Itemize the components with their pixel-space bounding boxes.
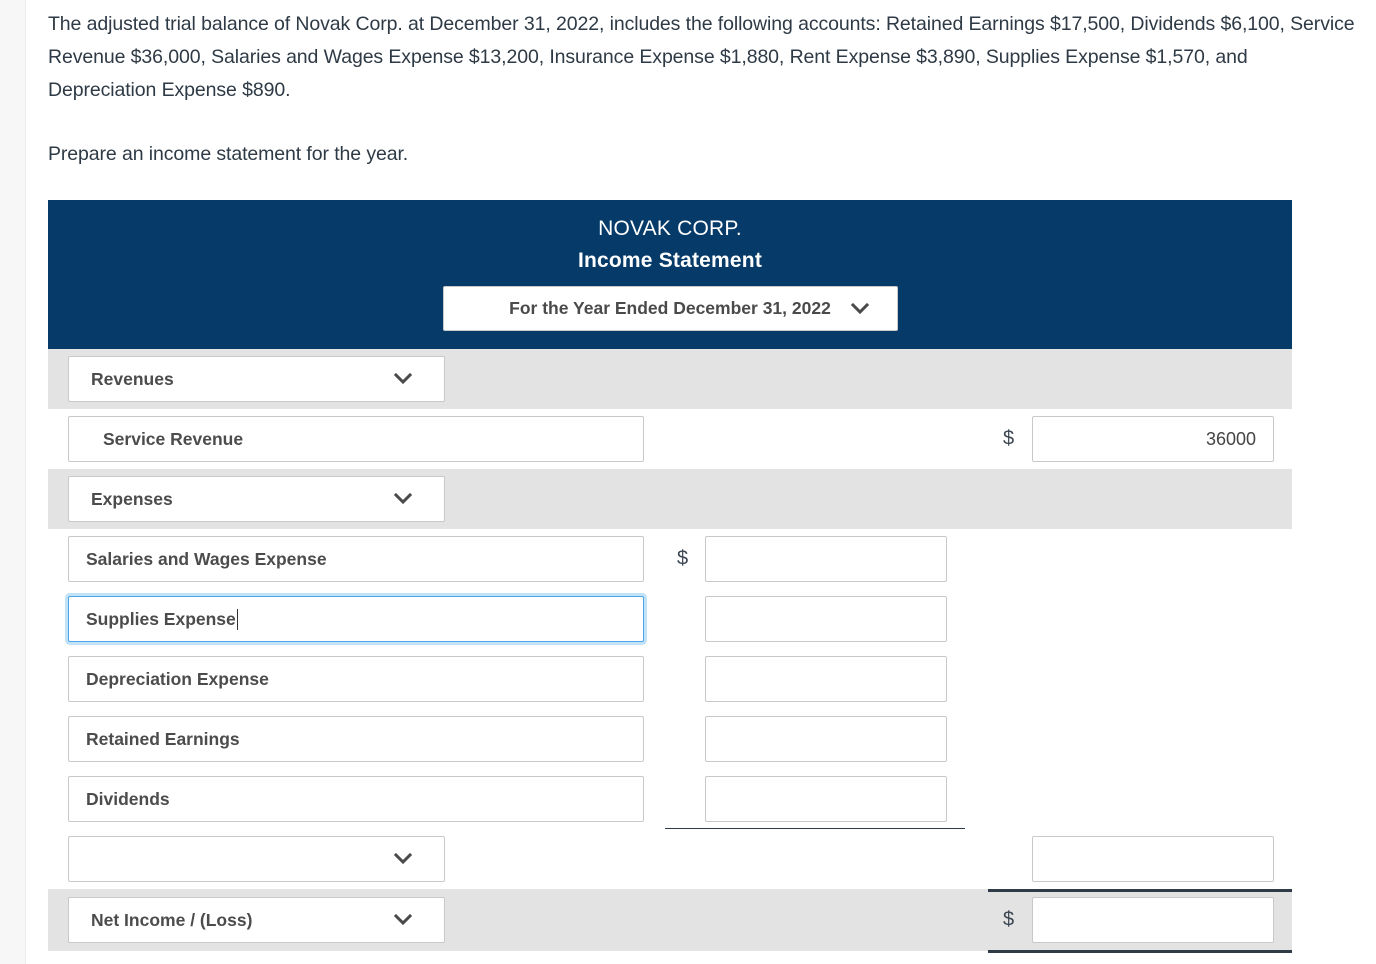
table-row: Supplies Expense [48,589,1292,649]
revenues-section-select[interactable]: Revenues [68,356,445,402]
table-row: Expenses [48,469,1292,529]
company-name: NOVAK CORP. [598,217,742,240]
question-prompt: The adjusted trial balance of Novak Corp… [48,8,1360,171]
salaries-and-wages-expense-amount-input[interactable] [705,536,947,582]
table-row: Retained Earnings [48,709,1292,769]
net-income-loss-label: Net Income / (Loss) [91,909,253,930]
dividends-label: Dividends [86,788,170,809]
table-row: Net Income / (Loss) $ [48,889,1292,953]
retained-earnings-label: Retained Earnings [86,728,240,749]
prompt-paragraph-1: The adjusted trial balance of Novak Corp… [48,13,1355,101]
left-gutter [0,0,26,964]
revenues-section-label: Revenues [91,368,174,389]
expenses-section-label: Expenses [91,488,173,509]
dividends-account-input[interactable]: Dividends [68,776,644,822]
period-row: For the Year Ended December 31, 2022 [48,286,1292,331]
depreciation-expense-label: Depreciation Expense [86,668,269,689]
prompt-paragraph-2: Prepare an income statement for the year… [48,143,409,165]
service-revenue-amount-input[interactable]: 36000 [1032,416,1274,462]
supplies-expense-account-input[interactable]: Supplies Expense [68,596,644,642]
expenses-section-select[interactable]: Expenses [68,476,445,522]
table-row: Depreciation Expense [48,649,1292,709]
net-income-loss-select[interactable]: Net Income / (Loss) [68,897,445,943]
dividends-amount-input[interactable] [705,776,947,822]
retained-earnings-amount-input[interactable] [705,716,947,762]
table-row: Service Revenue $ 36000 [48,409,1292,469]
period-select-label: For the Year Ended December 31, 2022 [509,298,831,318]
salaries-and-wages-expense-account-input[interactable]: Salaries and Wages Expense [68,536,644,582]
table-row [48,829,1292,889]
service-revenue-label: Service Revenue [103,428,244,449]
total-expenses-amount-input[interactable] [1032,836,1274,882]
currency-symbol: $ [1003,427,1015,450]
table-row: Dividends [48,769,1292,831]
service-revenue-amount-value: 36000 [1205,428,1256,449]
table-row: Salaries and Wages Expense $ [48,529,1292,589]
total-expenses-select[interactable] [68,836,445,882]
period-select[interactable]: For the Year Ended December 31, 2022 [442,286,898,331]
service-revenue-account-input[interactable]: Service Revenue [68,416,644,462]
depreciation-expense-account-input[interactable]: Depreciation Expense [68,656,644,702]
net-income-top-rule [988,889,1292,892]
page-root: The adjusted trial balance of Novak Corp… [0,0,1376,964]
supplies-expense-amount-input[interactable] [705,596,947,642]
statement-header: NOVAK CORP. Income Statement For the Yea… [48,200,1292,349]
currency-symbol: $ [1003,908,1015,931]
depreciation-expense-amount-input[interactable] [705,656,947,702]
retained-earnings-account-input[interactable]: Retained Earnings [68,716,644,762]
table-row: Revenues [48,349,1292,409]
net-income-bottom-rule [988,950,1292,953]
statement-title: Income Statement [577,249,763,272]
supplies-expense-label: Supplies Expense [86,608,236,629]
net-income-loss-amount-input[interactable] [1032,897,1274,943]
text-caret [236,608,238,630]
salaries-and-wages-expense-label: Salaries and Wages Expense [86,548,327,569]
income-statement-worksheet: NOVAK CORP. Income Statement For the Yea… [48,200,1292,953]
currency-symbol: $ [677,547,689,570]
